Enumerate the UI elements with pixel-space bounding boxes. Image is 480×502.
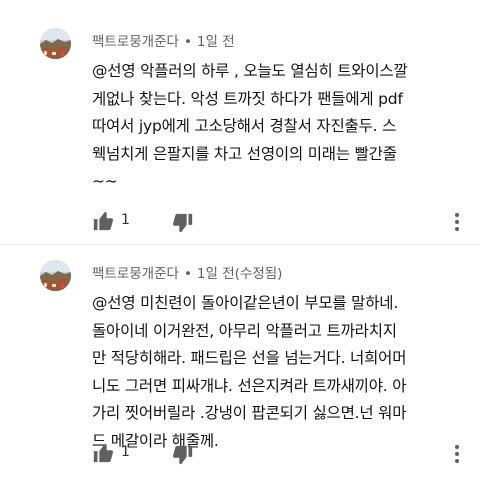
comment-line: 가리 찟어버릴라 .강냉이 팝콘되기 싫으면.넌 워마 bbox=[92, 404, 407, 422]
comment-line: 따여서 jyp에게 고소당해서 경찰서 자진출두. 스 bbox=[92, 117, 397, 135]
like-button[interactable] bbox=[92, 442, 114, 464]
like-count: 1 bbox=[121, 444, 130, 460]
comment-line: @선영 미친련이 돌아이같은년이 부모를 말하네. bbox=[92, 294, 399, 312]
comment-line: @선영 악플러의 하루 , 오늘도 열심히 트와이스깔 bbox=[92, 62, 408, 80]
thumbs-down-icon bbox=[172, 213, 193, 233]
comment-line: 니도 그러면 피싸개냐. 선은지켜라 트까새끼야. 아 bbox=[92, 376, 407, 395]
meta-separator: • bbox=[183, 34, 192, 50]
thumbs-up-icon bbox=[93, 443, 114, 463]
comment-actions: 1 bbox=[0, 438, 480, 468]
more-options-button[interactable] bbox=[452, 211, 462, 233]
comment-actions: 1 bbox=[0, 206, 480, 236]
comment-text: @선영 악플러의 하루 , 오늘도 열심히 트와이스깔 게없나 찾는다. 악성 … bbox=[92, 58, 468, 196]
author-name[interactable]: 팩트로뭉개준다 bbox=[92, 34, 179, 50]
comment-meta: 팩트로뭉개준다 • 1일 전 bbox=[92, 30, 235, 50]
comment-time[interactable]: 1일 전 bbox=[197, 34, 235, 50]
comment-meta: 팩트로뭉개준다 • 1일 전(수정됨) bbox=[92, 262, 282, 282]
more-options-button[interactable] bbox=[452, 443, 462, 465]
thumbs-up-icon bbox=[93, 211, 114, 231]
comment-divider bbox=[0, 244, 480, 245]
avatar[interactable] bbox=[40, 28, 71, 59]
comment-time[interactable]: 1일 전(수정됨) bbox=[197, 266, 283, 282]
avatar[interactable] bbox=[40, 260, 71, 291]
comment-line: 돌아이네 이거완전, 아무리 악플러고 트까라치지 bbox=[92, 321, 397, 340]
like-button[interactable] bbox=[92, 210, 114, 232]
more-vertical-icon bbox=[455, 213, 459, 231]
dislike-button[interactable] bbox=[172, 444, 194, 466]
comment-line: 웩넘치게 은팔지를 차고 선영이의 미래는 빨간줄 bbox=[92, 144, 397, 163]
like-count: 1 bbox=[121, 212, 130, 228]
comment-text: @선영 미친련이 돌아이같은년이 부모를 말하네. 돌아이네 이거완전, 아무리… bbox=[92, 290, 468, 455]
author-name[interactable]: 팩트로뭉개준다 bbox=[92, 266, 179, 282]
comment-line: 만 적당히해라. 패드립은 선을 넘는거다. 너희어머 bbox=[92, 349, 407, 367]
meta-separator: • bbox=[183, 266, 192, 282]
thumbs-down-icon bbox=[172, 445, 193, 465]
comment-line: 게없나 찾는다. 악성 트까짓 하다가 팬들에게 pdf bbox=[92, 89, 403, 108]
comment-line: ~~ bbox=[92, 172, 118, 190]
more-vertical-icon bbox=[455, 445, 459, 463]
dislike-button[interactable] bbox=[172, 212, 194, 234]
